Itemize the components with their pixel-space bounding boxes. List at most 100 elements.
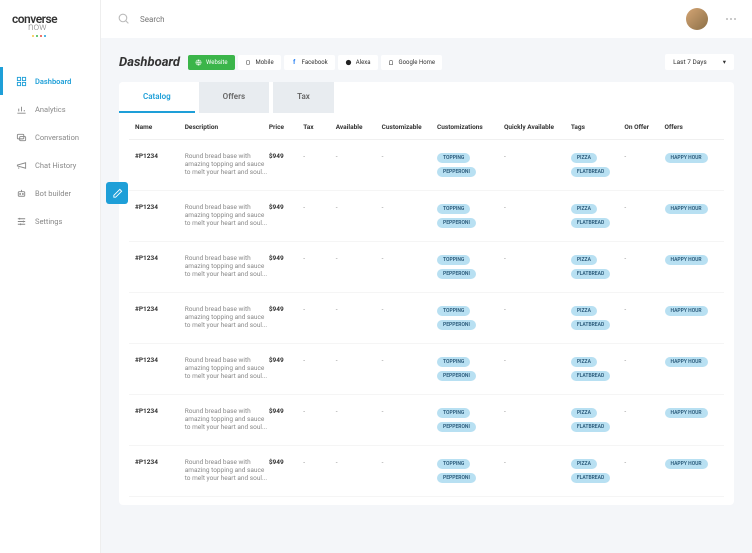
globe-icon — [195, 59, 202, 66]
cell-name: #P1234 — [135, 152, 185, 160]
cell-quickly-available: - — [504, 458, 571, 466]
channel-google-home[interactable]: Google Home — [381, 55, 443, 70]
pill: PIZZA — [571, 357, 597, 367]
main: Dashboard Website Mobile f Facebook — [101, 0, 752, 553]
tab-catalog[interactable]: Catalog — [119, 82, 195, 113]
table-row[interactable]: #P1234Round bread base with amazing topp… — [129, 446, 724, 497]
cell-offers: HAPPY HOUR — [665, 203, 719, 215]
pill: PIZZA — [571, 255, 597, 265]
cell-on-offer: - — [624, 407, 664, 415]
cell-customizable: - — [382, 203, 437, 211]
pill: PEPPERONI — [437, 269, 476, 279]
channel-facebook[interactable]: f Facebook — [284, 55, 335, 70]
col-available: Available — [336, 123, 382, 131]
sidebar-item-bot-builder[interactable]: Bot builder — [0, 179, 100, 207]
cell-tax: - — [303, 152, 336, 160]
cell-customizable: - — [382, 152, 437, 160]
col-tax: Tax — [303, 123, 336, 131]
cell-quickly-available: - — [504, 152, 571, 160]
cell-price: $949 — [269, 152, 303, 160]
topbar — [101, 0, 752, 38]
cell-tax: - — [303, 458, 336, 466]
cell-customizations: TOPPING PEPPERONI — [437, 305, 504, 331]
pill: FLATBREAD — [571, 473, 610, 483]
cell-name: #P1234 — [135, 356, 185, 364]
cell-customizable: - — [382, 458, 437, 466]
col-price: Price — [269, 123, 303, 131]
cell-name: #P1234 — [135, 254, 185, 262]
cell-tags: PIZZAFLATBREAD — [571, 203, 625, 229]
pill: TOPPING — [437, 459, 470, 469]
table-row[interactable]: #P1234Round bread base with amazing topp… — [129, 344, 724, 395]
tab-offers[interactable]: Offers — [199, 82, 269, 113]
cell-name: #P1234 — [135, 305, 185, 313]
pill: PEPPERONI — [437, 371, 476, 381]
channel-alexa[interactable]: Alexa — [338, 55, 378, 70]
cell-offers: HAPPY HOUR — [665, 254, 719, 266]
avatar[interactable] — [686, 8, 708, 30]
cell-available: - — [336, 407, 382, 415]
sidebar-item-conversation[interactable]: Conversation — [0, 123, 100, 151]
pill: HAPPY HOUR — [665, 408, 708, 418]
brand-dots — [32, 35, 57, 37]
date-filter[interactable]: Last 7 Days ▾ — [665, 54, 734, 70]
grid-icon — [15, 75, 27, 87]
pill: HAPPY HOUR — [665, 153, 708, 163]
alexa-icon — [345, 59, 352, 66]
cell-quickly-available: - — [504, 254, 571, 262]
cell-description: Round bread base with amazing topping an… — [185, 356, 269, 380]
cell-price: $949 — [269, 254, 303, 262]
cell-tags: PIZZA FLATBREAD — [571, 356, 625, 382]
cell-available: - — [336, 254, 382, 262]
channel-label: Mobile — [256, 59, 274, 66]
pill: FLATBREAD — [571, 320, 610, 330]
col-tags: Tags — [571, 123, 625, 131]
edit-float-button[interactable] — [106, 182, 128, 204]
pill: FLATBREAD — [571, 422, 610, 432]
pill: TOPPING — [437, 357, 470, 367]
table-row[interactable]: #P1234Round bread base with amazing topp… — [129, 395, 724, 446]
sidebar-item-settings[interactable]: Settings — [0, 207, 100, 235]
col-customizations: Customizations — [437, 123, 504, 131]
pill: HAPPY HOUR — [665, 459, 708, 469]
col-customizable: Customizable — [382, 123, 437, 131]
chevron-down-icon: ▾ — [723, 58, 726, 66]
pill: TOPPING — [437, 306, 470, 316]
cell-description: Round bread base with amazing topping an… — [185, 407, 269, 431]
pill: HAPPY HOUR — [665, 204, 708, 214]
channel-mobile[interactable]: Mobile — [238, 55, 281, 70]
pill: PEPPERONI — [437, 320, 476, 330]
pill: PEPPERONI — [437, 422, 476, 432]
channel-website[interactable]: Website — [188, 55, 234, 70]
pill: TOPPING — [437, 255, 470, 265]
pill: HAPPY HOUR — [665, 306, 708, 316]
table-row[interactable]: #P1234Round bread base with amazing topp… — [129, 140, 724, 191]
sidebar-item-analytics[interactable]: Analytics — [0, 95, 100, 123]
pill: HAPPY HOUR — [665, 255, 708, 265]
table-row[interactable]: #P1234Round bread base with amazing topp… — [129, 191, 724, 242]
cell-price: $949 — [269, 203, 303, 211]
cell-price: $949 — [269, 458, 303, 466]
nav-label: Settings — [35, 217, 62, 226]
chart-icon — [15, 103, 27, 115]
sidebar-item-chat-history[interactable]: Chat History — [0, 151, 100, 179]
cell-tax: - — [303, 356, 336, 364]
search-icon — [117, 12, 130, 27]
search-input[interactable] — [140, 15, 676, 24]
more-icon[interactable] — [726, 18, 736, 20]
channel-buttons: Website Mobile f Facebook Alexa — [188, 55, 442, 70]
google-home-icon — [388, 59, 395, 66]
cell-tax: - — [303, 305, 336, 313]
table-row[interactable]: #P1234Round bread base with amazing topp… — [129, 242, 724, 293]
sidebar: converse now Dashboard Analytics — [0, 0, 101, 553]
sidebar-item-dashboard[interactable]: Dashboard — [0, 67, 100, 95]
pill: FLATBREAD — [571, 371, 610, 381]
tab-tax[interactable]: Tax — [273, 82, 334, 113]
cell-offers: HAPPY HOUR — [665, 356, 719, 368]
chat-icon — [15, 131, 27, 143]
cell-customizable: - — [382, 305, 437, 313]
cell-tags: PIZZAFLATBREAD — [571, 305, 625, 331]
channel-label: Facebook — [302, 59, 328, 66]
table-row[interactable]: #P1234Round bread base with amazing topp… — [129, 293, 724, 344]
cell-tax: - — [303, 203, 336, 211]
